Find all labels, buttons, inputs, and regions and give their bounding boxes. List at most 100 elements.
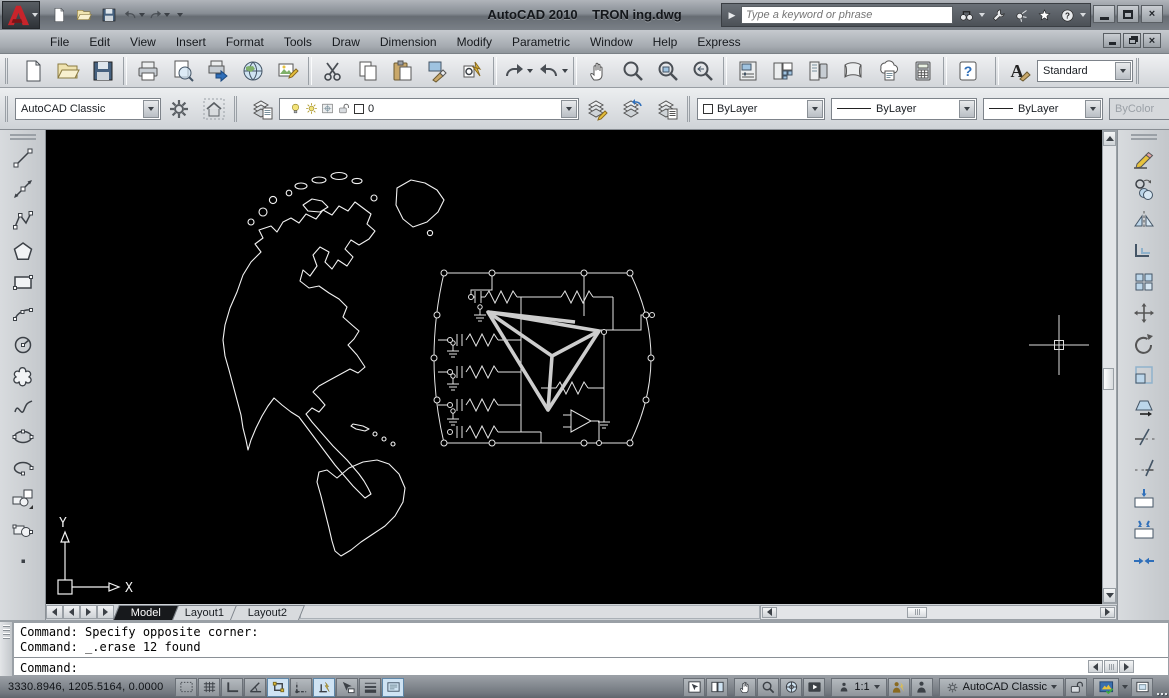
coordinates-readout[interactable]: 3330.8946, 1205.5164, 0.0000: [0, 681, 175, 693]
toolbar-grip[interactable]: [9, 134, 36, 140]
vertical-scroll-thumb[interactable]: [1103, 368, 1114, 390]
rectangle-button[interactable]: [6, 266, 40, 297]
array-button[interactable]: [1127, 266, 1161, 297]
layer-vp-freeze-icon[interactable]: [321, 102, 334, 115]
combo-arrow-icon[interactable]: [1115, 61, 1131, 80]
toolbar-grip[interactable]: [5, 57, 12, 84]
copy-button[interactable]: [350, 56, 385, 86]
line-button[interactable]: [6, 142, 40, 173]
plot-button[interactable]: [130, 56, 165, 86]
lineweight-toggle[interactable]: [359, 677, 381, 697]
layer-unlock-icon[interactable]: [337, 102, 350, 115]
offset-button[interactable]: [1127, 235, 1161, 266]
workspace-settings-button[interactable]: [161, 94, 196, 124]
extend-button[interactable]: [1127, 452, 1161, 483]
revision-cloud-button[interactable]: [6, 359, 40, 390]
combo-arrow-icon[interactable]: [1085, 99, 1101, 118]
menu-modify[interactable]: Modify: [447, 32, 502, 52]
circle-button[interactable]: [6, 328, 40, 359]
scale-button[interactable]: [1127, 359, 1161, 390]
tab-model[interactable]: Model: [112, 605, 179, 620]
scroll-left-button[interactable]: [762, 606, 777, 618]
drawing-canvas[interactable]: Y X: [46, 130, 1102, 604]
application-menu-button[interactable]: [2, 1, 40, 29]
tab-prev-button[interactable]: [63, 605, 80, 619]
workspace-combo[interactable]: AutoCAD Classic: [15, 97, 161, 120]
cut-button[interactable]: [315, 56, 350, 86]
ducs-toggle[interactable]: [313, 677, 335, 697]
paste-button[interactable]: [385, 56, 420, 86]
toolbar-grip[interactable]: [234, 95, 241, 122]
arc-button[interactable]: [6, 297, 40, 328]
command-scroll-right-button[interactable]: [1119, 660, 1134, 673]
undo-dropdown-arrow-icon[interactable]: [139, 13, 145, 17]
quick-properties-toggle[interactable]: [382, 677, 404, 697]
search-binoculars-icon[interactable]: [956, 6, 976, 24]
trim-button[interactable]: [1127, 421, 1161, 452]
redo-dropdown-arrow-icon[interactable]: [164, 13, 170, 17]
close-button[interactable]: ×: [1141, 5, 1163, 23]
mirror-button[interactable]: [1127, 204, 1161, 235]
layer-combo[interactable]: 0: [279, 97, 579, 120]
menu-draw[interactable]: Draw: [322, 32, 370, 52]
lineweight-combo[interactable]: ByLayer: [983, 97, 1103, 120]
new-button[interactable]: [15, 56, 50, 86]
command-scroll-grip[interactable]: [1104, 660, 1118, 673]
minimize-button[interactable]: [1093, 5, 1115, 23]
annotation-visibility-button[interactable]: [887, 677, 910, 697]
tab-last-button[interactable]: [97, 605, 114, 619]
customize-wrench-icon[interactable]: [988, 6, 1008, 24]
polar-toggle[interactable]: [244, 677, 266, 697]
auto-scale-button[interactable]: [910, 677, 933, 697]
make-object-layer-current-button[interactable]: [579, 94, 614, 124]
point-button[interactable]: [6, 545, 40, 576]
construction-line-button[interactable]: [6, 173, 40, 204]
layer-previous-button[interactable]: [614, 94, 649, 124]
text-style-combo[interactable]: Standard: [1037, 59, 1133, 82]
polygon-button[interactable]: [6, 235, 40, 266]
clean-screen-button[interactable]: [1131, 677, 1153, 697]
dyn-toggle[interactable]: [336, 677, 358, 697]
command-window-grip[interactable]: [0, 622, 13, 676]
status-zoom-button[interactable]: [757, 677, 780, 697]
menu-express[interactable]: Express: [687, 32, 750, 52]
sheet-set-manager-button[interactable]: [835, 56, 870, 86]
help-icon[interactable]: [1057, 6, 1077, 24]
qat-open-button[interactable]: [73, 5, 95, 25]
zoom-window-button[interactable]: [650, 56, 685, 86]
copy-object-button[interactable]: [1127, 173, 1161, 204]
3d-dwf-button[interactable]: [235, 56, 270, 86]
tray-menu-arrow-icon[interactable]: [1122, 685, 1128, 689]
save-button[interactable]: [85, 56, 120, 86]
designcenter-button[interactable]: [765, 56, 800, 86]
menu-window[interactable]: Window: [580, 32, 643, 52]
layer-properties-manager-button[interactable]: [244, 94, 279, 124]
combo-arrow-icon[interactable]: [143, 99, 159, 118]
search-input[interactable]: [741, 6, 953, 24]
insert-block-button[interactable]: [6, 483, 40, 514]
command-history[interactable]: Command: Specify opposite corner: Comman…: [14, 623, 1168, 657]
layer-states-manager-button[interactable]: [649, 94, 684, 124]
plot-preview-button[interactable]: [165, 56, 200, 86]
combo-arrow-icon[interactable]: [959, 99, 975, 118]
my-workspace-button[interactable]: [196, 94, 231, 124]
menu-format[interactable]: Format: [216, 32, 274, 52]
polyline-button[interactable]: [6, 204, 40, 235]
circuit-schematic[interactable]: [430, 269, 655, 447]
combo-arrow-icon[interactable]: [807, 99, 823, 118]
undo-button[interactable]: [535, 56, 570, 86]
menu-tools[interactable]: Tools: [274, 32, 322, 52]
status-pan-button[interactable]: [734, 677, 757, 697]
menu-dimension[interactable]: Dimension: [370, 32, 447, 52]
text-style-button[interactable]: [1002, 56, 1037, 86]
properties-palette-button[interactable]: [730, 56, 765, 86]
menu-parametric[interactable]: Parametric: [502, 32, 580, 52]
tab-next-button[interactable]: [80, 605, 97, 619]
match-properties-button[interactable]: [420, 56, 455, 86]
qat-save-button[interactable]: [98, 5, 120, 25]
layer-on-bulb-icon[interactable]: [289, 102, 302, 115]
join-button[interactable]: [1127, 545, 1161, 576]
redo-button[interactable]: [500, 56, 535, 86]
rotate-button[interactable]: [1127, 328, 1161, 359]
show-motion-button[interactable]: [803, 677, 826, 697]
